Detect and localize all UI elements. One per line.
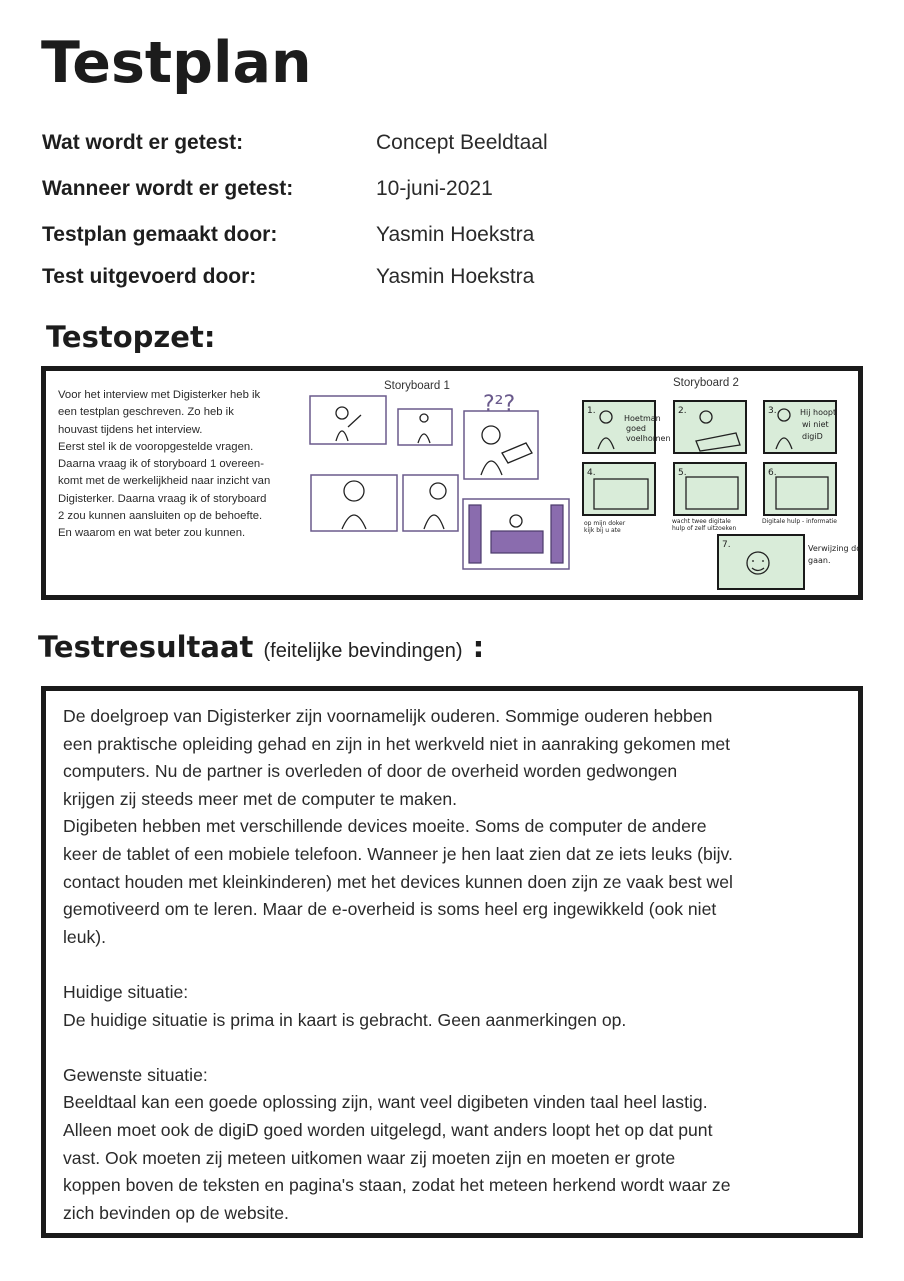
svg-text:4.: 4.: [587, 468, 596, 478]
meta-value: Yasmin Hoekstra: [376, 265, 535, 288]
svg-text:op mijn doker: op mijn doker: [584, 520, 626, 527]
svg-text:Digitale hulp - informatie: Digitale hulp - informatie: [762, 518, 837, 525]
page-title: Testplan: [41, 30, 312, 96]
testresultaat-box: De doelgroep van Digisterker zijn voorna…: [41, 686, 863, 1238]
meta-label: Wanneer wordt er getest:: [42, 177, 294, 200]
svg-text:gaan.: gaan.: [808, 556, 831, 565]
meta-label: Test uitgevoerd door:: [42, 265, 257, 288]
meta-row-what: Wat wordt er getest: Concept Beeldtaal: [42, 131, 602, 161]
svg-text:7.: 7.: [722, 540, 731, 550]
svg-text:goed: goed: [626, 424, 646, 433]
svg-text:voelhomen: voelhomen: [626, 434, 671, 443]
svg-text:3.: 3.: [768, 406, 777, 416]
svg-text:?²?: ?²?: [483, 392, 515, 417]
storyboard-2-sketches: 1. Hoetman goed voelhomen 2. 3. Hij hoop…: [582, 400, 858, 590]
svg-text:Verwijzing doo-: Verwijzing doo-: [808, 544, 858, 553]
svg-text:wi niet: wi niet: [802, 420, 829, 429]
testresultaat-subtitle: (feitelijke bevindingen): [263, 640, 463, 662]
testresultaat-text: De doelgroep van Digisterker zijn voorna…: [63, 706, 733, 1223]
meta-row-when: Wanneer wordt er getest: 10-juni-2021: [42, 177, 602, 207]
meta-label: Wat wordt er getest:: [42, 131, 244, 154]
svg-text:5.: 5.: [678, 468, 687, 478]
svg-text:Hij hoopt: Hij hoopt: [800, 408, 836, 417]
svg-text:1.: 1.: [587, 406, 596, 416]
testresultaat-colon: :: [472, 630, 485, 664]
meta-row-made-by: Testplan gemaakt door: Yasmin Hoekstra: [42, 223, 602, 253]
svg-text:kijk bij u ate: kijk bij u ate: [584, 527, 621, 534]
meta-value: Yasmin Hoekstra: [376, 223, 535, 246]
meta-label: Testplan gemaakt door:: [42, 223, 278, 246]
storyboard-sketches: ?²? 1. Hoetman goed voelhomen 2. 3. Hij …: [309, 392, 858, 590]
testresultaat-title: Testresultaat: [38, 630, 254, 664]
testopzet-heading: Testopzet:: [46, 320, 216, 354]
svg-text:6.: 6.: [768, 468, 777, 478]
meta-row-executed-by: Test uitgevoerd door: Yasmin Hoekstra: [42, 265, 602, 295]
meta-value: 10-juni-2021: [376, 177, 493, 200]
svg-text:digiD: digiD: [802, 432, 823, 441]
svg-text:wacht twee digitale: wacht twee digitale: [672, 518, 731, 525]
storyboard-1-sketches: ?²?: [309, 392, 570, 570]
testresultaat-heading: Testresultaat (feitelijke bevindingen) :: [38, 630, 484, 664]
meta-value: Concept Beeldtaal: [376, 131, 548, 154]
svg-text:Hoetman: Hoetman: [624, 414, 661, 423]
testopzet-box: Voor het interview met Digisterker heb i…: [41, 366, 863, 600]
svg-text:hulp of zelf uitzoeken: hulp of zelf uitzoeken: [672, 525, 736, 532]
svg-text:2.: 2.: [678, 406, 687, 416]
